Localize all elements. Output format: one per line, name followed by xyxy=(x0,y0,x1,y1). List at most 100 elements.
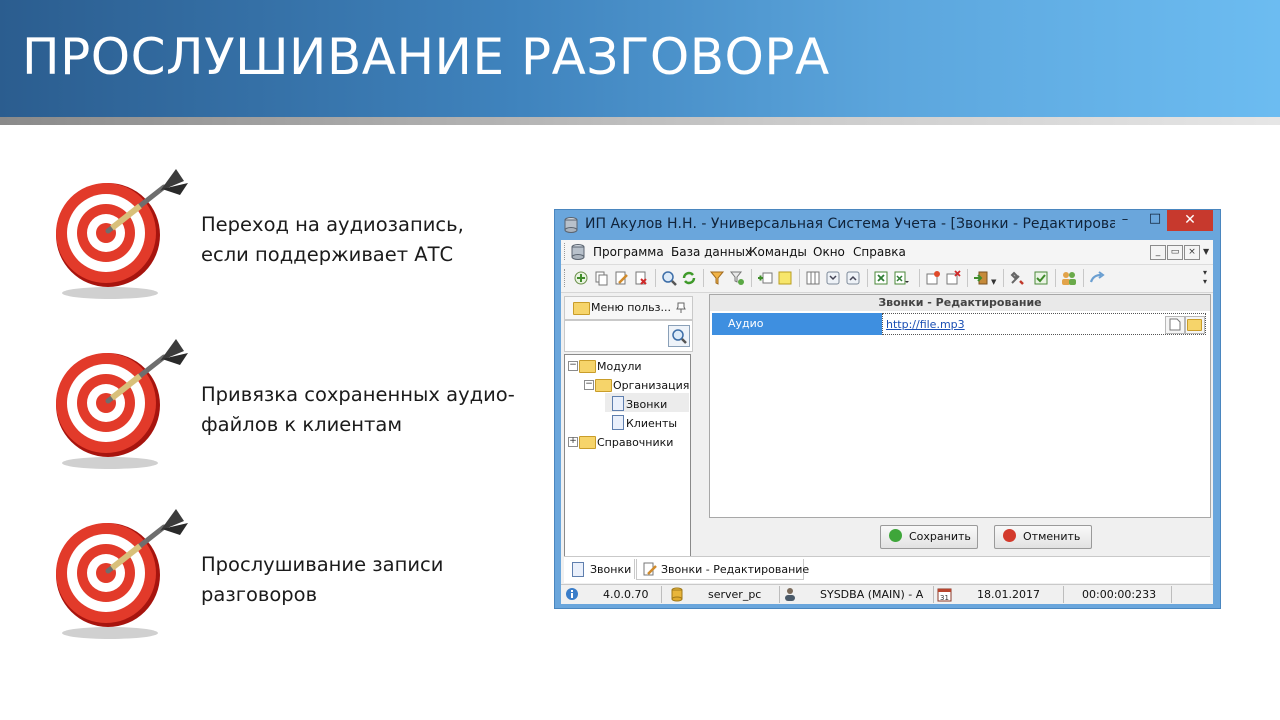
new-window-icon[interactable] xyxy=(925,270,941,286)
expand-icon[interactable]: + xyxy=(568,437,578,447)
tree-node-directories[interactable]: Справочники xyxy=(597,436,673,449)
users-icon[interactable] xyxy=(1061,270,1077,286)
window-client: Программа База данных Команды Окно Справ… xyxy=(561,240,1213,604)
menu-search-button[interactable] xyxy=(668,325,690,347)
audio-link[interactable]: http://file.mp3 xyxy=(886,318,965,331)
tree-node-calls[interactable]: Звонки xyxy=(626,398,667,411)
export-menu-icon[interactable] xyxy=(893,270,909,286)
menu-bar: Программа База данных Команды Окно Справ… xyxy=(561,240,1213,265)
columns-icon[interactable] xyxy=(805,270,821,286)
note-icon[interactable] xyxy=(777,270,793,286)
collapse-icon[interactable]: − xyxy=(584,380,594,390)
folder-icon xyxy=(579,436,596,449)
window-titlebar[interactable]: ИП Акулов Н.Н. - Универсальная Система У… xyxy=(555,210,1220,240)
folder-icon xyxy=(1187,319,1202,331)
menu-item-program[interactable]: Программа xyxy=(593,245,664,259)
tree-node-modules[interactable]: Модули xyxy=(597,360,642,373)
copy-icon[interactable] xyxy=(593,270,609,286)
status-separator xyxy=(1171,586,1172,603)
document-icon xyxy=(572,562,584,577)
exit-icon[interactable] xyxy=(973,270,989,286)
collapse-up-icon[interactable] xyxy=(845,270,861,286)
bullet-item-1: Переход на аудиозапись, если поддерживае… xyxy=(52,165,532,305)
status-server: server_pc xyxy=(708,588,762,601)
toolbar-overflow-icon[interactable]: ▾ ▾ xyxy=(1203,268,1207,286)
bullet-line: Переход на аудиозапись, xyxy=(201,213,464,236)
toolbar-separator xyxy=(751,269,752,287)
bullet-item-3: Прослушивание записи разговоров xyxy=(52,505,532,645)
toolbar-separator xyxy=(703,269,704,287)
tab-label: Звонки xyxy=(590,563,632,576)
status-date: 18.01.2017 xyxy=(977,588,1040,601)
banner-divider xyxy=(0,117,1280,125)
delete-icon[interactable] xyxy=(633,270,649,286)
new-file-button[interactable] xyxy=(1165,316,1185,334)
user-menu-title: Меню польз... xyxy=(591,301,671,314)
tree-node-organization[interactable]: Организация xyxy=(613,379,689,392)
tab-calls-edit[interactable]: Звонки - Редактирование xyxy=(636,559,809,580)
bullet-text-1: Переход на аудиозапись, если поддерживае… xyxy=(201,210,531,270)
collapse-icon[interactable]: − xyxy=(568,361,578,371)
app-window: ИП Акулов Н.Н. - Универсальная Система У… xyxy=(554,209,1221,609)
document-icon xyxy=(1169,318,1181,331)
minimize-button[interactable]: – xyxy=(1111,210,1139,232)
add-record-icon[interactable] xyxy=(573,270,589,286)
audio-field[interactable]: http://file.mp3 xyxy=(882,313,1206,335)
check-icon[interactable] xyxy=(1033,270,1049,286)
edit-document-icon xyxy=(643,562,657,576)
filter-icon[interactable] xyxy=(709,270,725,286)
mdi-minimize-button[interactable]: _ xyxy=(1150,245,1166,260)
menu-item-window[interactable]: Окно xyxy=(813,245,845,259)
menu-search-bar xyxy=(564,320,693,352)
pin-icon[interactable] xyxy=(675,301,687,313)
save-button[interactable]: Сохранить xyxy=(880,525,978,549)
database-icon xyxy=(571,244,585,260)
document-tabs: Звонки Звонки - Редактирование xyxy=(564,556,1210,583)
cancel-icon xyxy=(1003,529,1016,542)
modules-tree: − Модули − Организация Звонки Клиенты + … xyxy=(564,354,691,562)
close-window-icon[interactable] xyxy=(945,270,961,286)
bullet-line: разговоров xyxy=(201,583,318,606)
refresh-icon[interactable] xyxy=(681,270,697,286)
filter-clear-icon[interactable] xyxy=(729,270,745,286)
bullet-line: Прослушивание записи xyxy=(201,553,444,576)
bullet-text-2: Привязка сохраненных аудио- файлов к кли… xyxy=(201,380,531,440)
cancel-button[interactable]: Отменить xyxy=(994,525,1092,549)
mdi-close-button[interactable]: × xyxy=(1184,245,1200,260)
menu-item-database[interactable]: База данных xyxy=(671,245,752,259)
audio-field-label[interactable]: Аудио xyxy=(712,313,882,335)
chevron-down-icon[interactable]: ▼ xyxy=(1203,247,1209,256)
insert-row-icon[interactable] xyxy=(757,270,773,286)
status-separator xyxy=(779,586,780,603)
target-icon xyxy=(56,509,188,639)
tree-node-clients[interactable]: Клиенты xyxy=(626,417,677,430)
check-icon xyxy=(889,529,902,542)
bullet-item-2: Привязка сохраненных аудио- файлов к кли… xyxy=(52,335,532,475)
toolbar-separator xyxy=(1055,269,1056,287)
chevron-down-icon[interactable]: ▼ xyxy=(991,278,996,286)
toolbar-separator xyxy=(967,269,968,287)
status-user: SYSDBA (MAIN) - A xyxy=(820,588,924,601)
tab-calls[interactable]: Звонки xyxy=(566,559,635,579)
tab-label: Звонки - Редактирование xyxy=(661,563,810,576)
close-button[interactable]: ✕ xyxy=(1167,210,1213,231)
expand-down-icon[interactable] xyxy=(825,270,841,286)
slide-title: ПРОСЛУШИВАНИЕ РАЗГОВОРА xyxy=(22,28,830,86)
mdi-restore-button[interactable]: ▭ xyxy=(1167,245,1183,260)
folder-open-icon xyxy=(595,379,612,392)
navigation-panel: Меню польз... − Модули − Организация Зво… xyxy=(564,296,693,562)
target-icon xyxy=(56,339,188,469)
open-file-button[interactable] xyxy=(1185,316,1205,334)
database-icon xyxy=(671,587,683,602)
user-menu-header[interactable]: Меню польз... xyxy=(564,296,693,320)
settings-icon[interactable] xyxy=(1009,270,1025,286)
menu-item-commands[interactable]: Команды xyxy=(749,245,807,259)
menu-item-help[interactable]: Справка xyxy=(853,245,906,259)
search-icon[interactable] xyxy=(661,270,677,286)
status-separator xyxy=(661,586,662,603)
edit-icon[interactable] xyxy=(613,270,629,286)
forward-arrow-icon[interactable] xyxy=(1089,270,1105,286)
status-timer: 00:00:00:233 xyxy=(1082,588,1157,601)
export-excel-icon[interactable] xyxy=(873,270,889,286)
maximize-button[interactable]: □ xyxy=(1141,209,1169,231)
